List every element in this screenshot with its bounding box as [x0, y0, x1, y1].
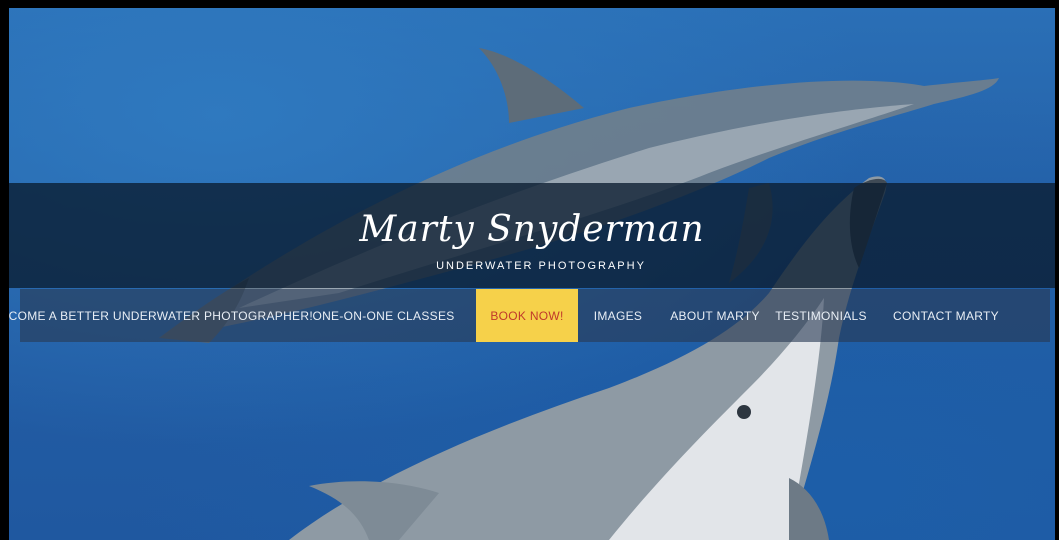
nav-item-testimonials[interactable]: TESTIMONIALS: [775, 289, 866, 342]
browser-viewport: Marty Snyderman UNDERWATER PHOTOGRAPHY B…: [0, 0, 1059, 540]
nav-item-contact-marty[interactable]: CONTACT MARTY: [890, 289, 1002, 342]
site-logo-subtitle: UNDERWATER PHOTOGRAPHY: [436, 260, 646, 272]
hero-banner: Marty Snyderman UNDERWATER PHOTOGRAPHY B…: [9, 8, 1055, 540]
nav-item-become-better-photographer[interactable]: BECOME A BETTER UNDERWATER PHOTOGRAPHER!: [9, 289, 313, 342]
site-logo-title[interactable]: Marty Snyderman: [9, 208, 1055, 252]
main-nav: BECOME A BETTER UNDERWATER PHOTOGRAPHER!…: [9, 289, 1050, 342]
nav-item-book-now[interactable]: BOOK NOW!: [476, 289, 578, 342]
nav-item-one-on-one-classes[interactable]: ONE-ON-ONE CLASSES: [312, 289, 454, 342]
nav-item-about-marty[interactable]: ABOUT MARTY: [670, 289, 760, 342]
nav-item-images[interactable]: IMAGES: [590, 289, 646, 342]
